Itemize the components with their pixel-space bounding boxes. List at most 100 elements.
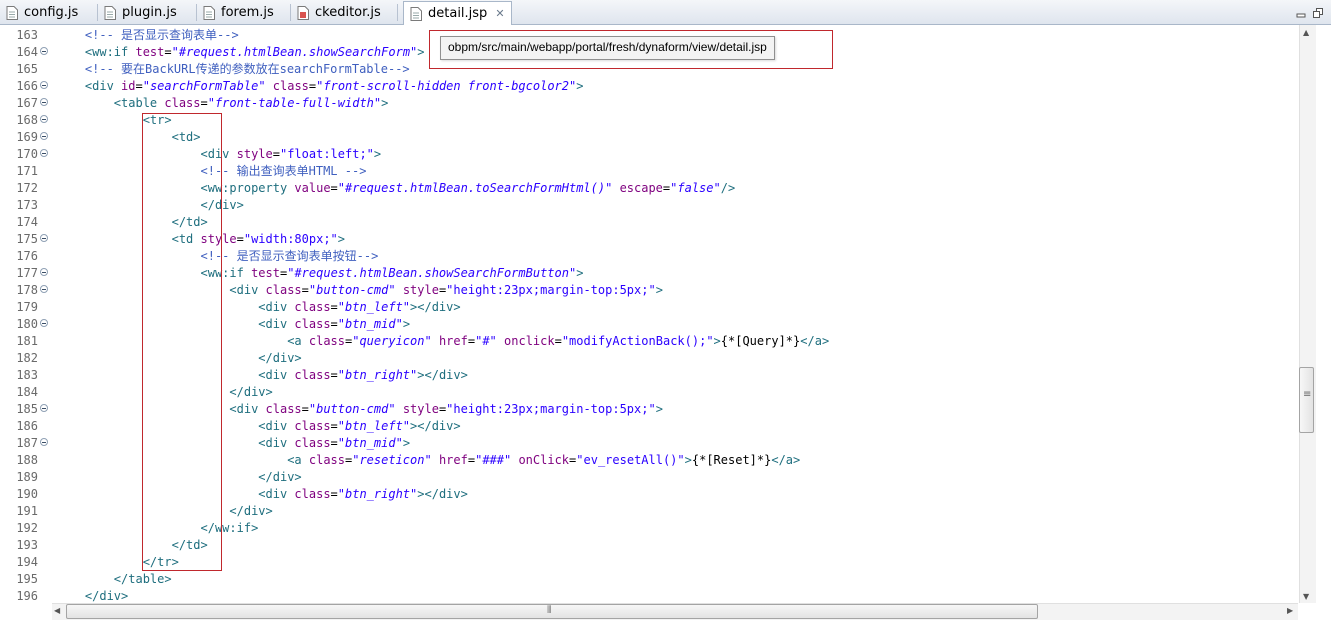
code-token: style [402, 283, 439, 297]
code-token: <ww:if [84, 45, 136, 59]
horizontal-scroll-thumb[interactable] [66, 604, 1038, 619]
code-token: class [308, 453, 345, 467]
fold-minus-icon[interactable] [40, 81, 48, 89]
js-file-icon [297, 5, 309, 20]
tab-plugin-js[interactable]: plugin.js [104, 2, 177, 23]
scroll-right-icon[interactable]: ▶ [1287, 606, 1293, 615]
fold-minus-icon[interactable] [40, 319, 48, 327]
fold-minus-icon[interactable] [40, 438, 48, 446]
code-token: "false" [670, 181, 721, 195]
code-token: class [294, 300, 331, 314]
code-text: <div class="btn_left"></div> [56, 418, 460, 435]
code-token: = [554, 334, 562, 348]
code-token: "searchFormTable" [142, 79, 266, 93]
code-token: class [164, 96, 201, 110]
line-number: 178 [16, 283, 38, 297]
code-token: > [373, 147, 382, 161]
code-line[interactable]: 166 <div id="searchFormTable" class="fro… [0, 78, 1299, 95]
code-token: <a [287, 334, 309, 348]
scroll-left-icon[interactable]: ◀ [54, 606, 60, 615]
code-token: <!-- 输出查询表单HTML --> [200, 164, 367, 178]
code-token: onclick [504, 334, 555, 348]
code-token: class [265, 402, 302, 416]
line-number: 185 [16, 402, 38, 416]
fold-minus-icon[interactable] [40, 234, 48, 242]
vertical-scrollbar[interactable] [1299, 25, 1316, 603]
code-token: = [200, 96, 208, 110]
fold-minus-icon[interactable] [40, 285, 48, 293]
code-line[interactable]: 196 </div> [0, 588, 1299, 603]
fold-minus-icon[interactable] [40, 404, 48, 412]
close-icon[interactable]: ✕ [495, 7, 504, 20]
line-number: 166 [16, 79, 38, 93]
code-token: </a> [771, 453, 801, 467]
code-text: </div> [56, 588, 128, 603]
scroll-down-icon[interactable]: ▼ [1303, 592, 1309, 601]
code-token: "#request.htmlBean.toSearchFormHtml()" [337, 181, 613, 195]
code-token: = [330, 436, 338, 450]
code-token: class [272, 79, 309, 93]
code-token: "front-scroll-hidden front-bgcolor2" [316, 79, 577, 93]
code-token: "height:23px;margin-top:5px;" [446, 283, 656, 297]
code-token: "height:23px;margin-top:5px;" [446, 402, 656, 416]
code-token: </div> [258, 351, 302, 365]
code-token: > [576, 79, 584, 93]
code-token: class [265, 283, 302, 297]
line-number: 172 [16, 181, 38, 195]
code-token: <div [258, 368, 295, 382]
fold-minus-icon[interactable] [40, 47, 48, 55]
line-number: 170 [16, 147, 38, 161]
line-number: 171 [16, 164, 38, 178]
code-line[interactable]: 195 </table> [0, 571, 1299, 588]
jsp-file-icon [410, 6, 422, 21]
code-token: > [655, 283, 663, 297]
code-token: "ev_resetAll()" [576, 453, 685, 467]
line-number: 165 [16, 62, 38, 76]
fold-minus-icon[interactable] [40, 98, 48, 106]
code-token: class [294, 436, 331, 450]
fold-minus-icon[interactable] [40, 149, 48, 157]
line-number: 164 [16, 45, 38, 59]
line-number: 188 [16, 453, 38, 467]
code-token: <div [258, 419, 295, 433]
code-token: class [294, 317, 331, 331]
minimize-icon[interactable] [1296, 4, 1307, 18]
code-token: "button-cmd" [308, 402, 396, 416]
maximize-icon[interactable] [1313, 4, 1324, 18]
code-token: test [251, 266, 280, 280]
line-number: 174 [16, 215, 38, 229]
code-line[interactable]: 167 <table class="front-table-full-width… [0, 95, 1299, 112]
code-token: test [135, 45, 165, 59]
vertical-scroll-thumb[interactable] [1299, 367, 1314, 433]
tab-label: detail.jsp [428, 6, 488, 21]
code-token: = [135, 79, 143, 93]
tab-detail-jsp[interactable]: detail.jsp ✕ [403, 1, 512, 25]
code-token: = [330, 368, 338, 382]
code-token: = [164, 45, 172, 59]
code-token: onClick [518, 453, 570, 467]
code-token: "#request.htmlBean.showSearchForm" [171, 45, 418, 59]
fold-minus-icon[interactable] [40, 115, 48, 123]
tab-label: config.js [24, 5, 79, 20]
fold-minus-icon[interactable] [40, 268, 48, 276]
code-token: = [330, 317, 338, 331]
code-token: id [121, 79, 136, 93]
line-number: 168 [16, 113, 38, 127]
fold-minus-icon[interactable] [40, 132, 48, 140]
code-token: > [381, 96, 389, 110]
code-token: = [467, 334, 476, 348]
tab-forem-js[interactable]: forem.js [203, 2, 274, 23]
scroll-up-icon[interactable]: ▲ [1303, 28, 1309, 37]
code-token: "#request.htmlBean.showSearchFormButton" [287, 266, 577, 280]
grip-icon: ≡ [1303, 389, 1312, 400]
code-token: </a> [800, 334, 830, 348]
code-text: <div class="btn_left"></div> [56, 299, 460, 316]
tab-ckeditor-js[interactable]: ckeditor.js [297, 2, 381, 23]
tab-config-js[interactable]: config.js [6, 2, 78, 23]
